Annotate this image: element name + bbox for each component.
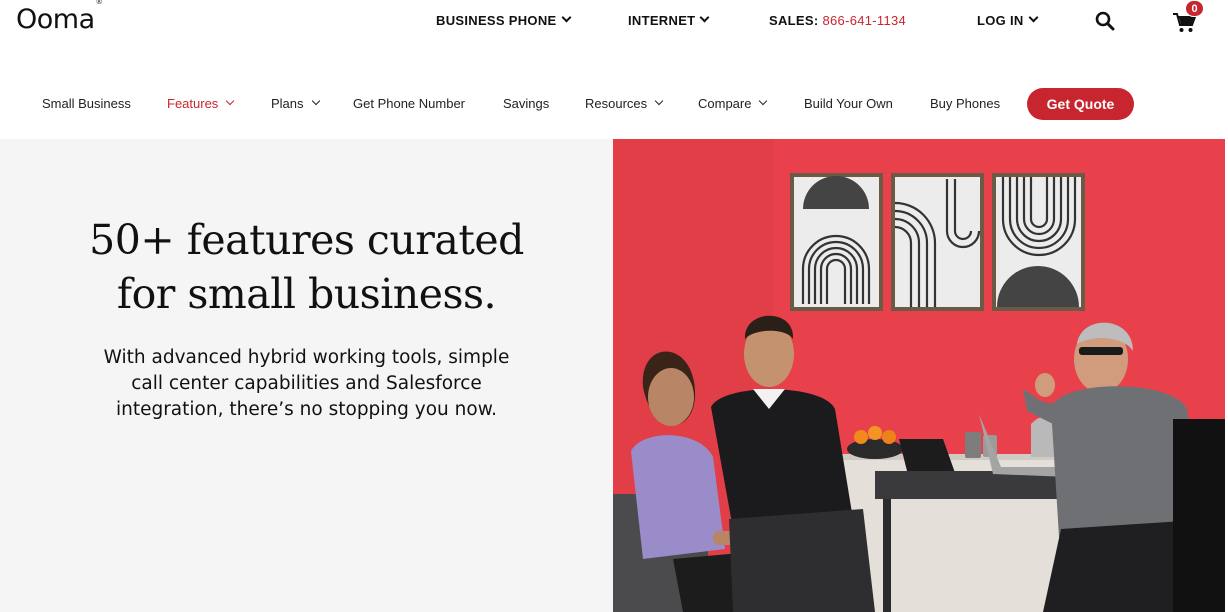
chevron-down-icon [699, 12, 710, 23]
nav-compare[interactable]: Compare [698, 96, 768, 111]
ooma-logo[interactable]: Ooma® [16, 0, 103, 35]
logo-registered-mark: ® [95, 0, 103, 6]
nav-label: Build Your Own [804, 96, 893, 111]
nav-label: Small Business [42, 96, 131, 111]
hero-headline: 50+ features curated for small business. [40, 213, 573, 321]
chevron-down-icon [759, 96, 768, 105]
nav-get-phone-number[interactable]: Get Phone Number [353, 96, 465, 111]
nav-savings[interactable]: Savings [503, 96, 549, 111]
chevron-down-icon [226, 96, 235, 105]
nav-label: Features [167, 96, 219, 111]
nav-label: Resources [585, 96, 648, 111]
internet-menu[interactable]: INTERNET [628, 12, 710, 28]
subtext-line-1: With advanced hybrid working tools, simp… [103, 347, 510, 368]
nav-label: Savings [503, 96, 550, 111]
cart-count-badge: 0 [1185, 0, 1204, 17]
logo-text: Ooma [16, 4, 95, 35]
nav-label: Compare [698, 96, 752, 111]
nav-features[interactable]: Features [167, 96, 235, 111]
nav-label: Get Phone Number [353, 96, 466, 111]
login-menu[interactable]: LOG IN [977, 12, 1039, 28]
nav-label: Buy Phones [930, 96, 1001, 111]
hero-office-photo [613, 139, 1225, 612]
chevron-down-icon [561, 12, 571, 23]
nav-buy-phones[interactable]: Buy Phones [930, 96, 1000, 111]
headline-line-1: 50+ features curated [89, 216, 524, 264]
hero-subtext: With advanced hybrid working tools, simp… [70, 345, 543, 423]
sales-label: SALES: [769, 13, 819, 28]
chevron-down-icon [1028, 12, 1039, 23]
meeting-illustration [613, 139, 1225, 612]
internet-label: INTERNET [628, 13, 696, 28]
nav-build-your-own[interactable]: Build Your Own [804, 96, 893, 111]
nav-label: Plans [271, 96, 304, 111]
headline-line-2: for small business. [116, 270, 497, 318]
sales-phone[interactable]: SALES: 866-641-1134 [769, 13, 906, 28]
main-navigation: Small Business Features Plans Get Phone … [0, 70, 1228, 138]
wall-art-frames [790, 173, 1085, 311]
nav-resources[interactable]: Resources [585, 96, 664, 111]
business-phone-label: BUSINESS PHONE [436, 13, 557, 28]
chevron-down-icon [311, 96, 320, 105]
chevron-down-icon [654, 96, 664, 105]
subtext-line-3: integration, there’s no stopping you now… [115, 399, 498, 420]
top-utility-bar: Ooma® BUSINESS PHONE INTERNET SALES: 866-… [0, 0, 1228, 44]
nav-plans[interactable]: Plans [271, 96, 320, 111]
business-phone-menu[interactable]: BUSINESS PHONE [436, 12, 571, 28]
subtext-line-2: call center capabilities and Salesforce [131, 373, 482, 394]
get-quote-button[interactable]: Get Quote [1027, 88, 1134, 120]
login-label: LOG IN [977, 13, 1024, 28]
sales-phone-number[interactable]: 866-641-1134 [822, 13, 906, 28]
search-icon[interactable] [1095, 11, 1115, 31]
nav-small-business[interactable]: Small Business [42, 96, 131, 111]
